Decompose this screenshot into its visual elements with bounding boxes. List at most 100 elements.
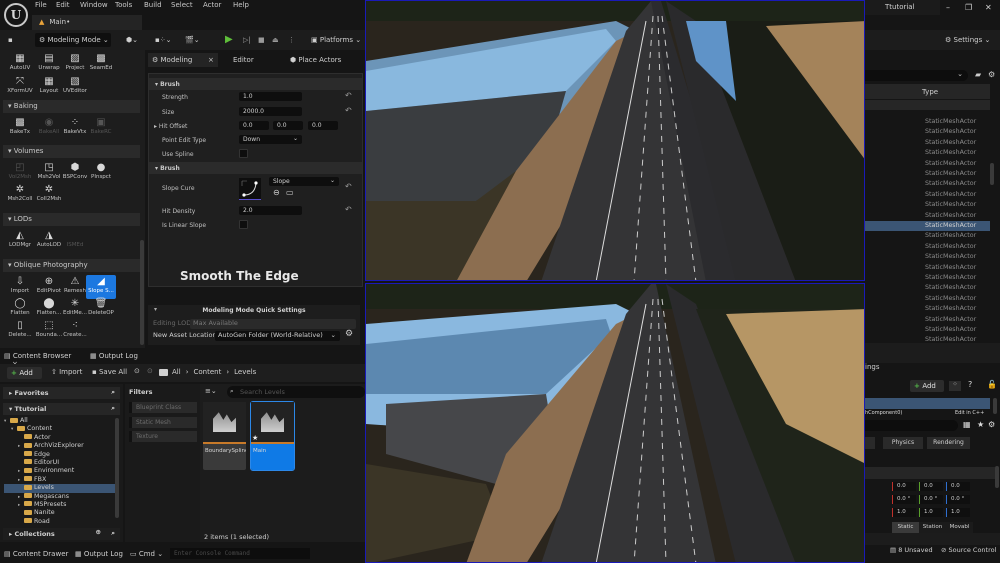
favorites-header[interactable]: ▸ Favorites ⌕ xyxy=(3,387,120,399)
cmd-selector[interactable]: ▭ Cmd ⌄ xyxy=(130,550,163,558)
tool-vol2msh[interactable]: ◰ Vol2Msh xyxy=(5,161,35,185)
gear-icon[interactable]: ⚙ xyxy=(988,70,995,79)
tool-bakerc[interactable]: ▣ BakeRC xyxy=(86,116,116,140)
search-icon[interactable]: ⌕ xyxy=(111,529,115,538)
section-baking[interactable]: ▾ Baking xyxy=(3,100,140,113)
lock-icon[interactable]: 🔓 xyxy=(987,380,997,389)
eject-icon[interactable]: ⏏ xyxy=(272,33,279,47)
outliner-search-input[interactable]: ⌄ xyxy=(865,70,968,81)
asset-tile-main[interactable]: ★ Main xyxy=(250,401,295,471)
tab-physics[interactable]: Physics xyxy=(883,437,923,449)
size-input[interactable]: 2000.0 xyxy=(239,107,302,116)
outliner-row[interactable]: StaticMeshActor xyxy=(865,221,990,232)
details-tab-fragment[interactable] xyxy=(865,437,875,449)
palette-scrollbar[interactable] xyxy=(140,240,144,345)
outliner-row[interactable]: StaticMeshActor xyxy=(865,315,990,325)
menu-edit[interactable]: Edit xyxy=(56,1,70,9)
tree-item-archvizexplorer[interactable]: ▸ ArchVizExplorer xyxy=(4,442,116,450)
tree-scrollbar[interactable] xyxy=(115,418,119,518)
blueprint-icon[interactable]: ⁘ xyxy=(949,381,961,391)
tool-deleteop[interactable]: 🗑 DeleteOP xyxy=(86,297,116,321)
outliner-row[interactable]: StaticMeshActor xyxy=(865,273,990,283)
mobility-static[interactable]: Static xyxy=(892,522,919,533)
rotation-y-input[interactable]: 0.0 ° xyxy=(919,495,943,504)
folder-add-icon[interactable]: ▰ xyxy=(975,70,981,79)
content-drawer-button[interactable]: ▤ Content Drawer xyxy=(4,550,68,558)
tree-item-all[interactable]: ▾ All xyxy=(4,417,116,425)
outliner-row[interactable]: StaticMeshActor xyxy=(865,159,990,169)
browse-folder-icon[interactable]: ▭ xyxy=(286,188,294,197)
source-control-button[interactable]: ⊘ Source Control xyxy=(941,546,996,554)
new-asset-location-select[interactable]: AutoGen Folder (World-Relative) ⌄ xyxy=(215,331,340,341)
hit-density-input[interactable]: 2.0 xyxy=(239,206,302,215)
history-forward-icon[interactable]: ⊙ xyxy=(147,367,153,375)
unsaved-indicator[interactable]: ▤ 8 Unsaved xyxy=(890,546,933,554)
tool-import[interactable]: ⇩ Import xyxy=(5,275,35,299)
mobility-movabl[interactable]: Movabl xyxy=(946,522,973,533)
reset-icon[interactable]: ↶ xyxy=(345,205,352,214)
outliner-row[interactable]: StaticMeshActor xyxy=(865,138,990,148)
tab-output-log[interactable]: ▦ Output Log xyxy=(90,352,138,360)
menu-actor[interactable]: Actor xyxy=(203,1,221,9)
tool-autouv[interactable]: ▦ AutoUV xyxy=(5,52,35,76)
section-volumes[interactable]: ▾ Volumes xyxy=(3,145,140,158)
scale-z-input[interactable]: 1.0 xyxy=(946,508,970,517)
history-back-icon[interactable]: ⊙ xyxy=(134,367,140,375)
folder-icon[interactable] xyxy=(159,369,168,376)
outliner-row[interactable]: StaticMeshActor xyxy=(865,231,990,241)
restore-button[interactable]: ❐ xyxy=(965,3,972,12)
viewport-bottom[interactable] xyxy=(365,283,865,563)
edit-in-cpp-link[interactable]: Edit in C++ xyxy=(955,410,984,416)
collections-header[interactable]: ▸ Collections ⊕ ⌕ xyxy=(3,528,120,540)
document-tab-main[interactable]: ▲ Main• xyxy=(32,15,142,30)
details-search-input[interactable] xyxy=(865,420,958,431)
location-z-input[interactable]: 0.0 xyxy=(946,482,970,491)
favorites-star-icon[interactable]: ★ xyxy=(977,420,984,429)
category-brush[interactable]: ▾ Brush xyxy=(149,78,362,90)
reset-icon[interactable]: ↶ xyxy=(345,106,352,115)
tree-item-environment[interactable]: ▸ Environment xyxy=(4,467,116,475)
rotation-z-input[interactable]: 0.0 ° xyxy=(946,495,970,504)
tree-item-megascans[interactable]: ▸ Megascans xyxy=(4,493,116,501)
strength-input[interactable]: 1.0 xyxy=(239,92,302,101)
gear-icon[interactable]: ⚙ xyxy=(988,420,995,429)
outliner-row[interactable]: StaticMeshActor xyxy=(865,190,990,200)
tree-item-edge[interactable]: Edge xyxy=(4,451,116,459)
filter-static-mesh[interactable]: Static Mesh xyxy=(129,416,197,428)
tool-slope-s[interactable]: ◢ Slope S... xyxy=(86,275,116,299)
help-icon[interactable]: ? xyxy=(968,380,972,389)
section-oblique-photography[interactable]: ▾ Oblique Photography xyxy=(3,259,140,272)
tool-pinspct[interactable]: ● PInspct xyxy=(86,161,116,185)
component-scrollbar[interactable] xyxy=(993,398,997,414)
tree-item-levels[interactable]: Levels xyxy=(4,484,116,493)
menu-tools[interactable]: Tools xyxy=(115,1,132,9)
outliner-row[interactable]: StaticMeshActor xyxy=(865,200,990,210)
menu-help[interactable]: Help xyxy=(233,1,249,9)
search-icon[interactable]: ⌕ xyxy=(111,404,115,413)
section-lods[interactable]: ▾ LODs xyxy=(3,213,140,226)
tab-editor[interactable]: Editor xyxy=(233,53,254,67)
tree-item-road[interactable]: Road xyxy=(4,518,116,526)
close-window-button[interactable]: ✕ xyxy=(985,3,992,12)
scale-y-input[interactable]: 1.0 xyxy=(919,508,943,517)
minimize-button[interactable]: – xyxy=(946,3,950,12)
breadcrumb-all[interactable]: All xyxy=(172,368,181,376)
outliner-row[interactable]: StaticMeshActor xyxy=(865,294,990,304)
filter-texture[interactable]: Texture xyxy=(129,431,197,442)
hit-offset-x-input[interactable]: 0.0 xyxy=(239,121,269,130)
use-selected-asset-icon[interactable]: ⊖ xyxy=(273,188,280,197)
mode-selector[interactable]: ⚙ Modeling Mode ⌄ xyxy=(35,33,111,47)
asset-tile-boundaryspline[interactable]: BoundarySpline xyxy=(203,402,246,470)
menu-build[interactable]: Build xyxy=(144,1,162,9)
outliner-row[interactable]: StaticMeshActor xyxy=(865,169,990,179)
outliner-row[interactable]: StaticMeshActor xyxy=(865,211,990,221)
add-button[interactable]: + Add xyxy=(7,367,42,379)
tree-item-actor[interactable]: Actor xyxy=(4,434,116,442)
point-edit-type-select[interactable]: Down ⌄ xyxy=(239,135,302,144)
hit-offset-label[interactable]: ▸ Hit Offset xyxy=(154,123,187,130)
unreal-logo-icon[interactable]: U xyxy=(4,3,28,27)
import-button[interactable]: ⇧ Import xyxy=(51,368,82,376)
location-y-input[interactable]: 0.0 xyxy=(919,482,943,491)
editing-lod-select[interactable]: Max Available xyxy=(190,319,356,329)
console-input[interactable]: Enter Console Command xyxy=(170,548,310,559)
